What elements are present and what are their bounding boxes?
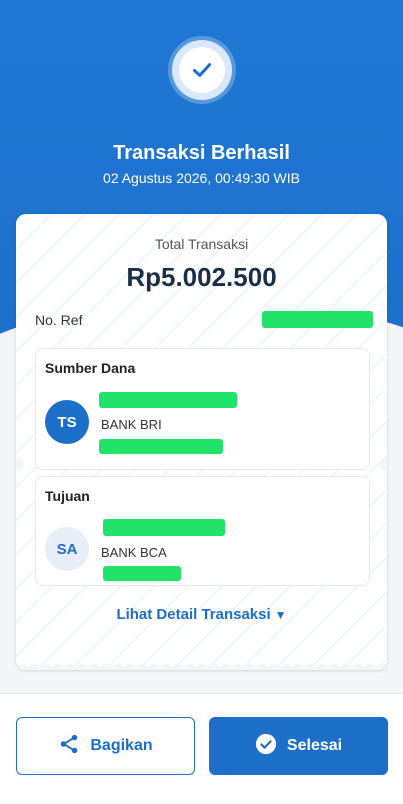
ref-label: No. Ref bbox=[35, 312, 83, 328]
destination-name-redacted bbox=[103, 519, 225, 536]
share-button[interactable]: Bagikan bbox=[16, 717, 195, 775]
page-title: Transaksi Berhasil bbox=[113, 142, 290, 164]
ticket-edge bbox=[16, 658, 387, 670]
destination-box: Tujuan SA BANK BCA bbox=[35, 476, 370, 586]
source-name-redacted bbox=[99, 392, 237, 408]
ticket-notch-right bbox=[380, 457, 387, 471]
total-label: Total Transaksi bbox=[154, 236, 249, 252]
receipt-card: Total Transaksi Rp5.002.500 No. Ref Sumb… bbox=[16, 214, 387, 670]
source-avatar: TS bbox=[45, 400, 89, 444]
done-label: Selesai bbox=[286, 737, 343, 754]
view-details-label: Lihat Detail Transaksi bbox=[116, 606, 271, 623]
chevron-down-icon: ▼ bbox=[274, 608, 287, 622]
check-circle-icon bbox=[255, 733, 277, 760]
source-account-redacted bbox=[99, 439, 223, 454]
ticket-notch-left bbox=[16, 457, 23, 471]
check-circle-icon bbox=[179, 47, 225, 93]
destination-account-redacted bbox=[103, 566, 181, 581]
source-bank: BANK BRI bbox=[101, 417, 162, 432]
action-bar: Bagikan Selesai bbox=[0, 693, 403, 804]
success-badge bbox=[172, 40, 232, 100]
done-button[interactable]: Selesai bbox=[209, 717, 388, 775]
destination-avatar: SA bbox=[45, 527, 89, 571]
total-amount: Rp5.002.500 bbox=[126, 262, 277, 292]
view-details-link[interactable]: Lihat Detail Transaksi ▼ bbox=[16, 606, 387, 623]
destination-title: Tujuan bbox=[45, 488, 90, 504]
share-label: Bagikan bbox=[90, 737, 153, 754]
share-icon bbox=[58, 733, 80, 760]
transaction-datetime: 02 Agustus 2026, 00:49:30 WIB bbox=[103, 170, 300, 186]
source-funds-box: Sumber Dana TS BANK BRI bbox=[35, 348, 370, 470]
source-title: Sumber Dana bbox=[45, 360, 136, 376]
destination-bank: BANK BCA bbox=[101, 545, 167, 560]
ref-value-redacted bbox=[262, 311, 373, 328]
